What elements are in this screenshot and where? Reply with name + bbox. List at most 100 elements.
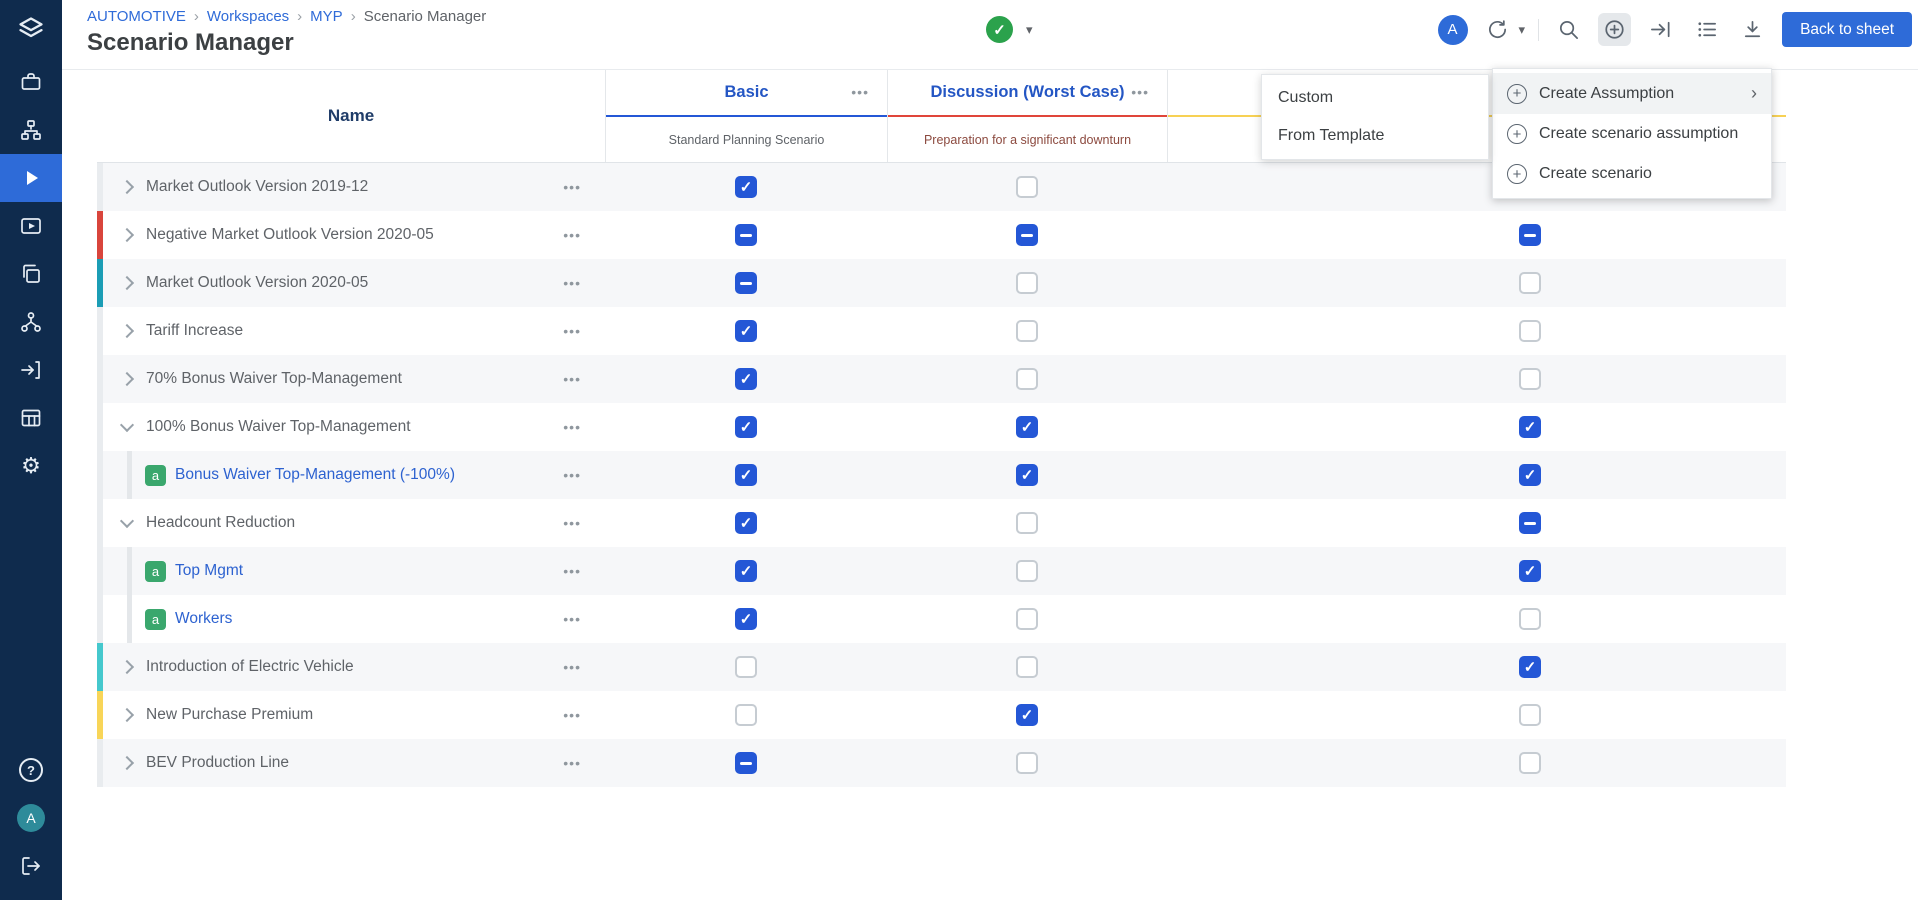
expand-chevron-icon[interactable] (117, 225, 137, 245)
row-actions-button[interactable]: ••• (563, 371, 581, 387)
status-dropdown[interactable]: ✓ ▾ (986, 16, 1033, 43)
sidebar-item-help[interactable]: ? (0, 746, 62, 794)
breadcrumb-workspaces[interactable]: Workspaces (207, 8, 289, 25)
app-logo-icon[interactable] (0, 0, 62, 58)
row-name[interactable]: Introduction of Electric Vehicle (146, 658, 354, 676)
column-menu-button[interactable]: ••• (851, 84, 869, 100)
refresh-button[interactable] (1481, 13, 1514, 46)
checkbox[interactable] (1016, 512, 1038, 534)
checkbox[interactable] (1016, 272, 1038, 294)
sidebar-item-sheets[interactable] (0, 394, 62, 442)
row-actions-button[interactable]: ••• (563, 515, 581, 531)
checkbox[interactable] (1016, 560, 1038, 582)
checkbox[interactable] (1519, 608, 1541, 630)
row-actions-button[interactable]: ••• (563, 323, 581, 339)
expand-chevron-icon[interactable] (117, 753, 137, 773)
checkbox[interactable] (735, 320, 757, 342)
checkbox[interactable] (1016, 224, 1038, 246)
checkbox[interactable] (1519, 368, 1541, 390)
checkbox[interactable] (1016, 320, 1038, 342)
expand-chevron-icon[interactable] (117, 177, 137, 197)
row-actions-button[interactable]: ••• (563, 179, 581, 195)
row-name[interactable]: Market Outlook Version 2019-12 (146, 178, 368, 196)
checkbox[interactable] (1016, 608, 1038, 630)
submenu-item-from-template[interactable]: From Template (1262, 117, 1488, 155)
checkbox[interactable] (735, 752, 757, 774)
export-button[interactable] (1736, 13, 1769, 46)
sidebar-item-transfer[interactable] (0, 346, 62, 394)
sidebar-item-hierarchy[interactable] (0, 298, 62, 346)
row-name[interactable]: 70% Bonus Waiver Top-Management (146, 370, 402, 388)
row-actions-button[interactable]: ••• (563, 563, 581, 579)
checkbox[interactable] (1016, 656, 1038, 678)
row-actions-button[interactable]: ••• (563, 275, 581, 291)
list-view-button[interactable] (1690, 13, 1723, 46)
sidebar-item-simulation[interactable] (0, 202, 62, 250)
checkbox[interactable] (1519, 416, 1541, 438)
sidebar-item-settings[interactable]: ⚙ (0, 442, 62, 490)
checkbox[interactable] (1016, 704, 1038, 726)
checkbox[interactable] (735, 176, 757, 198)
submenu-item-custom[interactable]: Custom (1262, 79, 1488, 117)
checkbox[interactable] (1519, 224, 1541, 246)
checkbox[interactable] (735, 704, 757, 726)
row-name[interactable]: Bonus Waiver Top-Management (-100%) (175, 466, 455, 484)
checkbox[interactable] (735, 560, 757, 582)
breadcrumb-myp[interactable]: MYP (310, 8, 343, 25)
checkbox[interactable] (1519, 272, 1541, 294)
expand-chevron-icon[interactable] (117, 273, 137, 293)
checkbox[interactable] (735, 368, 757, 390)
checkbox[interactable] (1016, 416, 1038, 438)
row-actions-button[interactable]: ••• (563, 755, 581, 771)
sidebar-item-scenario-manager[interactable] (0, 154, 62, 202)
expand-chevron-icon[interactable] (117, 657, 137, 677)
row-actions-button[interactable]: ••• (563, 419, 581, 435)
sidebar-item-logout[interactable] (0, 842, 62, 890)
row-actions-button[interactable]: ••• (563, 659, 581, 675)
expand-chevron-icon[interactable] (117, 369, 137, 389)
checkbox[interactable] (735, 608, 757, 630)
checkbox[interactable] (1016, 368, 1038, 390)
row-name[interactable]: Tariff Increase (146, 322, 243, 340)
sidebar-item-model[interactable] (0, 106, 62, 154)
row-name[interactable]: New Purchase Premium (146, 706, 313, 724)
row-name[interactable]: Top Mgmt (175, 562, 243, 580)
checkbox[interactable] (1519, 752, 1541, 774)
expand-chevron-icon[interactable] (117, 513, 137, 533)
row-actions-button[interactable]: ••• (563, 227, 581, 243)
checkbox[interactable] (1519, 464, 1541, 486)
create-button[interactable] (1598, 13, 1631, 46)
row-actions-button[interactable]: ••• (563, 467, 581, 483)
promote-button[interactable] (1644, 13, 1677, 46)
checkbox[interactable] (1016, 752, 1038, 774)
row-name[interactable]: Headcount Reduction (146, 514, 295, 532)
checkbox[interactable] (735, 224, 757, 246)
user-avatar[interactable]: A (1438, 15, 1468, 45)
checkbox[interactable] (1519, 512, 1541, 534)
checkbox[interactable] (1519, 704, 1541, 726)
row-name[interactable]: Market Outlook Version 2020-05 (146, 274, 368, 292)
refresh-caret-icon[interactable]: ▾ (1519, 22, 1526, 38)
checkbox[interactable] (735, 464, 757, 486)
menu-item-create-scenario-assumption[interactable]: + Create scenario assumption (1493, 114, 1771, 154)
sidebar-item-workspace[interactable] (0, 58, 62, 106)
row-name[interactable]: Negative Market Outlook Version 2020-05 (146, 226, 434, 244)
column-menu-button[interactable]: ••• (1131, 84, 1149, 100)
expand-chevron-icon[interactable] (117, 417, 137, 437)
checkbox[interactable] (1519, 656, 1541, 678)
checkbox[interactable] (1016, 176, 1038, 198)
row-actions-button[interactable]: ••• (563, 707, 581, 723)
row-name[interactable]: Workers (175, 610, 232, 628)
checkbox[interactable] (1016, 464, 1038, 486)
checkbox[interactable] (1519, 320, 1541, 342)
breadcrumb-automotive[interactable]: AUTOMOTIVE (87, 8, 186, 25)
search-button[interactable] (1552, 13, 1585, 46)
row-name[interactable]: 100% Bonus Waiver Top-Management (146, 418, 411, 436)
chevron-down-icon[interactable]: ▾ (1026, 22, 1033, 38)
back-to-sheet-button[interactable]: Back to sheet (1782, 12, 1912, 47)
menu-item-create-scenario[interactable]: + Create scenario (1493, 154, 1771, 194)
expand-chevron-icon[interactable] (117, 705, 137, 725)
expand-chevron-icon[interactable] (117, 321, 137, 341)
checkbox[interactable] (735, 656, 757, 678)
checkbox[interactable] (735, 272, 757, 294)
